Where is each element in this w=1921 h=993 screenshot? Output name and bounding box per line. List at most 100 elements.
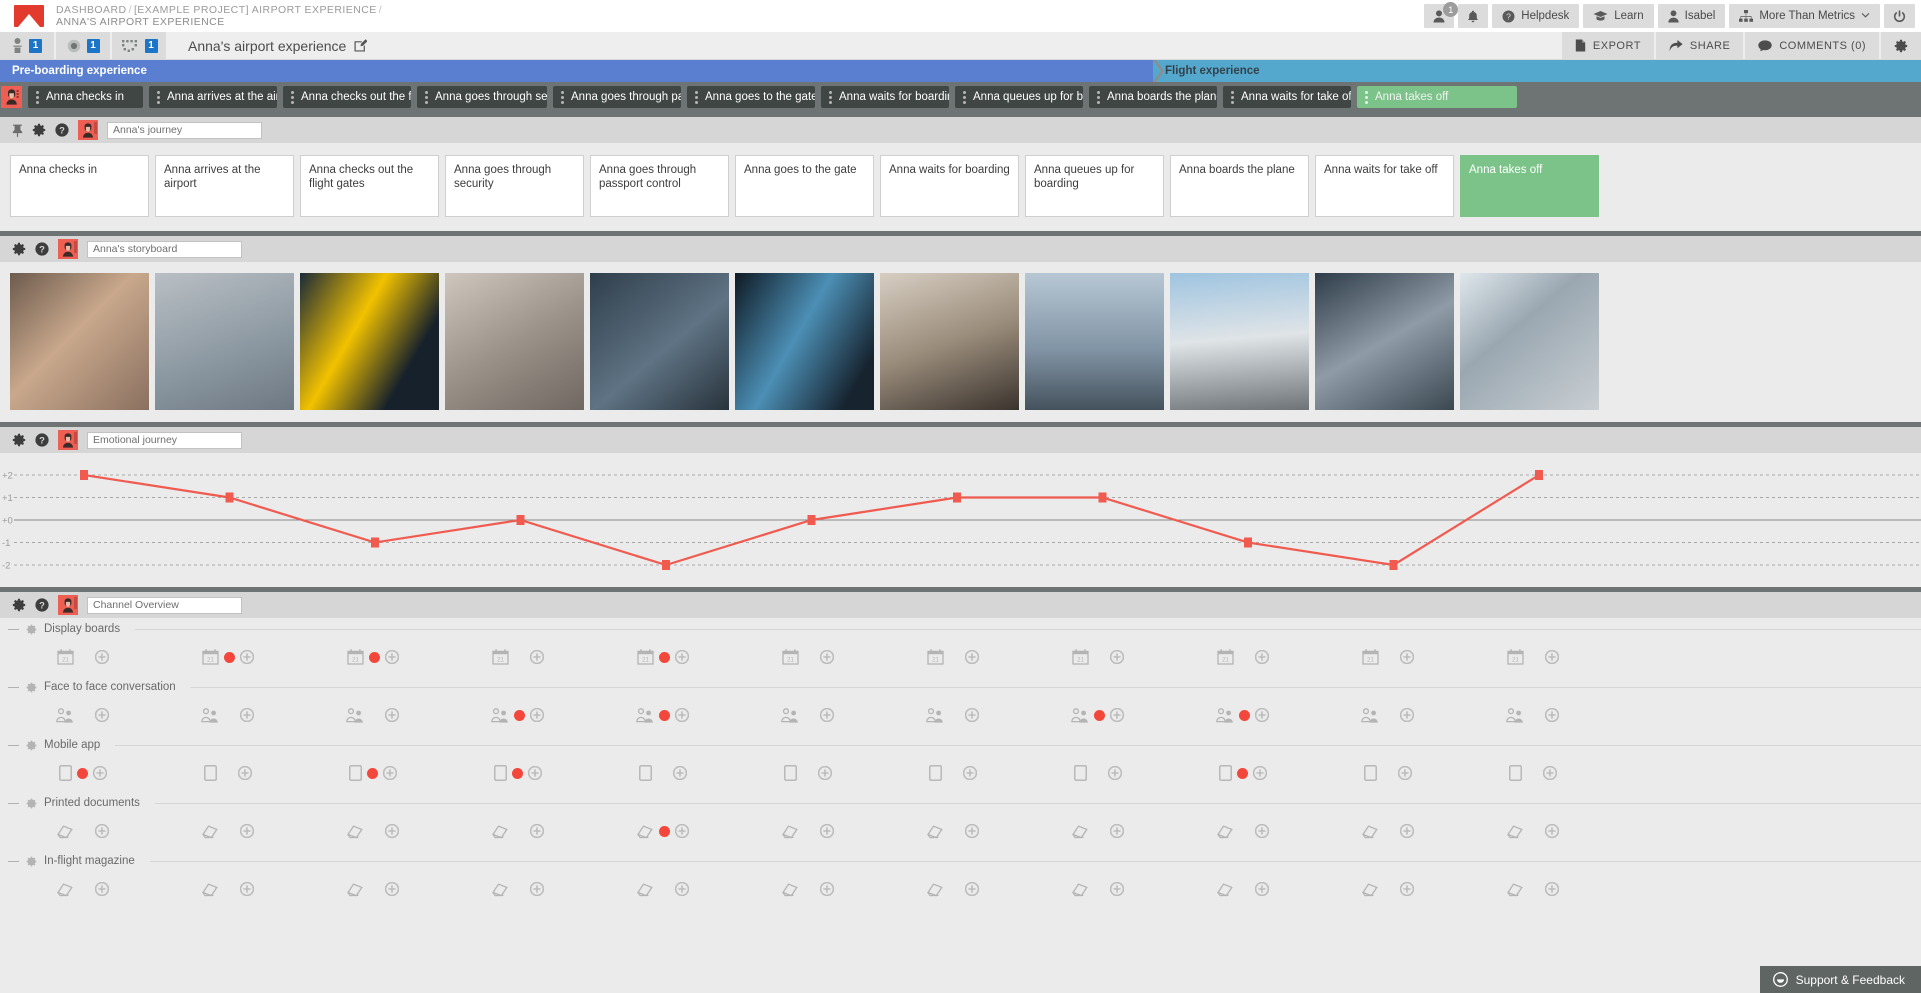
channel-cell[interactable]: 21 <box>590 646 735 668</box>
plus-circle-icon[interactable] <box>964 650 979 664</box>
plus-circle-icon[interactable] <box>1399 650 1414 664</box>
chart-data-point[interactable] <box>1389 560 1398 570</box>
drag-handle-icon[interactable] <box>1097 90 1100 104</box>
step-chip[interactable]: Anna goes through sec... <box>417 86 547 108</box>
step-chip[interactable]: Anna checks out the fli... <box>283 86 411 108</box>
channel-cell[interactable]: 21 <box>880 646 1025 668</box>
breadcrumb-dashboard[interactable]: DASHBOARD <box>56 4 127 16</box>
channel-cell[interactable]: 21 <box>1315 646 1460 668</box>
drag-handle-icon[interactable] <box>157 90 160 104</box>
chart-data-point[interactable] <box>1098 492 1107 503</box>
edit-icon[interactable] <box>354 39 368 52</box>
lane-avatar[interactable] <box>78 120 98 140</box>
plus-circle-icon[interactable] <box>530 882 544 896</box>
storyboard-image[interactable] <box>1025 273 1164 410</box>
storyboard-image[interactable] <box>880 273 1019 410</box>
plus-circle-icon[interactable] <box>385 882 399 896</box>
step-chip[interactable]: Anna goes through pa... <box>553 86 681 108</box>
plus-circle-icon[interactable] <box>1400 708 1414 722</box>
channel-cell[interactable] <box>590 762 735 784</box>
plus-circle-icon[interactable] <box>1545 882 1559 896</box>
plus-circle-icon[interactable] <box>1542 766 1557 780</box>
help-icon[interactable]: ? <box>35 433 49 447</box>
plus-circle-icon[interactable] <box>385 824 399 838</box>
toolbar-tab-journey[interactable]: 1 <box>112 32 168 59</box>
plus-circle-icon[interactable] <box>1255 708 1269 722</box>
plus-circle-icon[interactable] <box>1545 824 1559 838</box>
channel-cell[interactable]: 21 <box>10 646 155 668</box>
emotional-journey-chart[interactable]: +2 +1 +0 -1 -2 <box>0 453 1921 587</box>
plus-circle-icon[interactable] <box>1110 708 1124 722</box>
storyboard-image[interactable] <box>155 273 294 410</box>
channel-cell[interactable] <box>445 762 590 784</box>
channel-cell[interactable] <box>300 820 445 842</box>
channel-cell[interactable] <box>590 820 735 842</box>
collapse-dash-icon[interactable] <box>8 744 19 746</box>
org-menu-button[interactable]: More Than Metrics <box>1729 4 1880 28</box>
plus-circle-icon[interactable] <box>1109 650 1124 664</box>
export-button[interactable]: EXPORT <box>1559 32 1654 59</box>
journey-card[interactable]: Anna goes through passport control <box>590 155 729 217</box>
channel-cell[interactable] <box>155 704 300 726</box>
plus-circle-icon[interactable] <box>674 650 689 664</box>
share-button[interactable]: SHARE <box>1653 32 1744 59</box>
plus-circle-icon[interactable] <box>1400 824 1414 838</box>
chart-data-point[interactable] <box>80 470 88 480</box>
step-chip[interactable]: Anna waits for take off <box>1223 86 1351 108</box>
channel-cell[interactable] <box>1460 762 1605 784</box>
channel-group-header[interactable]: Printed documents <box>0 792 1921 814</box>
drag-handle-icon[interactable] <box>425 90 428 104</box>
plus-circle-icon[interactable] <box>1544 650 1559 664</box>
breadcrumb-project[interactable]: [EXAMPLE PROJECT] AIRPORT EXPERIENCE <box>134 4 377 16</box>
touchpoint-dot[interactable] <box>1236 767 1248 779</box>
journey-card[interactable]: Anna waits for take off <box>1315 155 1454 217</box>
plus-circle-icon[interactable] <box>94 650 109 664</box>
drag-handle-icon[interactable] <box>561 90 564 104</box>
plus-circle-icon[interactable] <box>820 824 834 838</box>
lane-avatar[interactable] <box>58 239 78 259</box>
touchpoint-dot[interactable] <box>659 709 670 721</box>
journey-card[interactable]: Anna arrives at the airport <box>155 155 294 217</box>
help-icon[interactable]: ? <box>55 123 69 137</box>
channel-cell[interactable] <box>155 820 300 842</box>
drag-handle-icon[interactable] <box>695 90 698 104</box>
channel-cell[interactable] <box>1170 878 1315 900</box>
storyboard-image[interactable] <box>590 273 729 410</box>
plus-circle-icon[interactable] <box>384 650 399 664</box>
plus-circle-icon[interactable] <box>965 882 979 896</box>
channel-cell[interactable] <box>1170 820 1315 842</box>
storyboard-image[interactable] <box>10 273 149 410</box>
channel-cell[interactable] <box>880 878 1025 900</box>
plus-circle-icon[interactable] <box>382 766 397 780</box>
plus-circle-icon[interactable] <box>820 708 834 722</box>
channel-cell[interactable]: 21 <box>1460 646 1605 668</box>
pin-icon[interactable] <box>12 124 23 137</box>
channel-cell[interactable] <box>10 762 155 784</box>
plus-circle-icon[interactable] <box>95 824 109 838</box>
notifications-button[interactable] <box>1458 4 1489 28</box>
storyboard-image[interactable] <box>1460 273 1599 410</box>
plus-circle-icon[interactable] <box>675 882 689 896</box>
journey-settings-button[interactable] <box>1879 32 1921 59</box>
gear-small-icon[interactable] <box>26 624 37 635</box>
channel-cell[interactable] <box>880 762 1025 784</box>
channel-cell[interactable] <box>1315 762 1460 784</box>
channel-cell[interactable] <box>735 704 880 726</box>
gear-icon[interactable] <box>12 433 26 447</box>
plus-circle-icon[interactable] <box>1107 766 1122 780</box>
gear-small-icon[interactable] <box>26 682 37 693</box>
comments-button[interactable]: COMMENTS (0) <box>1743 32 1879 59</box>
touchpoint-dot[interactable] <box>76 767 88 779</box>
channel-cell[interactable] <box>10 820 155 842</box>
drag-handle-icon[interactable] <box>36 90 39 104</box>
plus-circle-icon[interactable] <box>675 824 689 838</box>
lane-title-emotional[interactable] <box>87 431 242 449</box>
plus-circle-icon[interactable] <box>962 766 977 780</box>
gear-icon[interactable] <box>32 123 46 137</box>
plus-circle-icon[interactable] <box>1255 824 1269 838</box>
touchpoint-dot[interactable] <box>1094 709 1105 721</box>
channel-group-header[interactable]: Mobile app <box>0 734 1921 756</box>
channel-cell[interactable] <box>1170 762 1315 784</box>
touchpoint-dot[interactable] <box>659 825 670 837</box>
gear-small-icon[interactable] <box>26 856 37 867</box>
